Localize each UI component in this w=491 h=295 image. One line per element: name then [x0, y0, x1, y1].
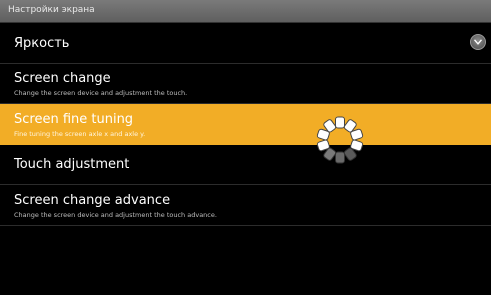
- list-item-screen-change[interactable]: Screen change Change the screen device a…: [0, 64, 491, 104]
- title-bar: Настройки экрана: [0, 0, 491, 23]
- window-title: Настройки экрана: [8, 5, 95, 15]
- list-item-brightness[interactable]: Яркость: [0, 23, 491, 64]
- item-label-screen-change: Screen change: [14, 71, 111, 86]
- list-item-screen-change-advance[interactable]: Screen change advance Change the screen …: [0, 185, 491, 226]
- chevron-down-icon[interactable]: [470, 34, 486, 50]
- list-item-touch-adjustment[interactable]: Touch adjustment: [0, 145, 491, 185]
- list-item-screen-fine-tuning[interactable]: Screen fine tuning Fine tuning the scree…: [0, 104, 491, 145]
- item-summary-screen-change-advance: Change the screen device and adjustment …: [14, 211, 217, 219]
- item-summary-screen-fine-tuning: Fine tuning the screen axle x and axle y…: [14, 130, 146, 138]
- item-label-touch-adjustment: Touch adjustment: [14, 157, 130, 172]
- spinner-icon: [311, 111, 369, 169]
- item-label-screen-fine-tuning: Screen fine tuning: [14, 112, 134, 127]
- item-label-screen-change-advance: Screen change advance: [14, 193, 171, 208]
- item-summary-screen-change: Change the screen device and adjustment …: [14, 89, 188, 97]
- item-label-brightness: Яркость: [14, 36, 70, 51]
